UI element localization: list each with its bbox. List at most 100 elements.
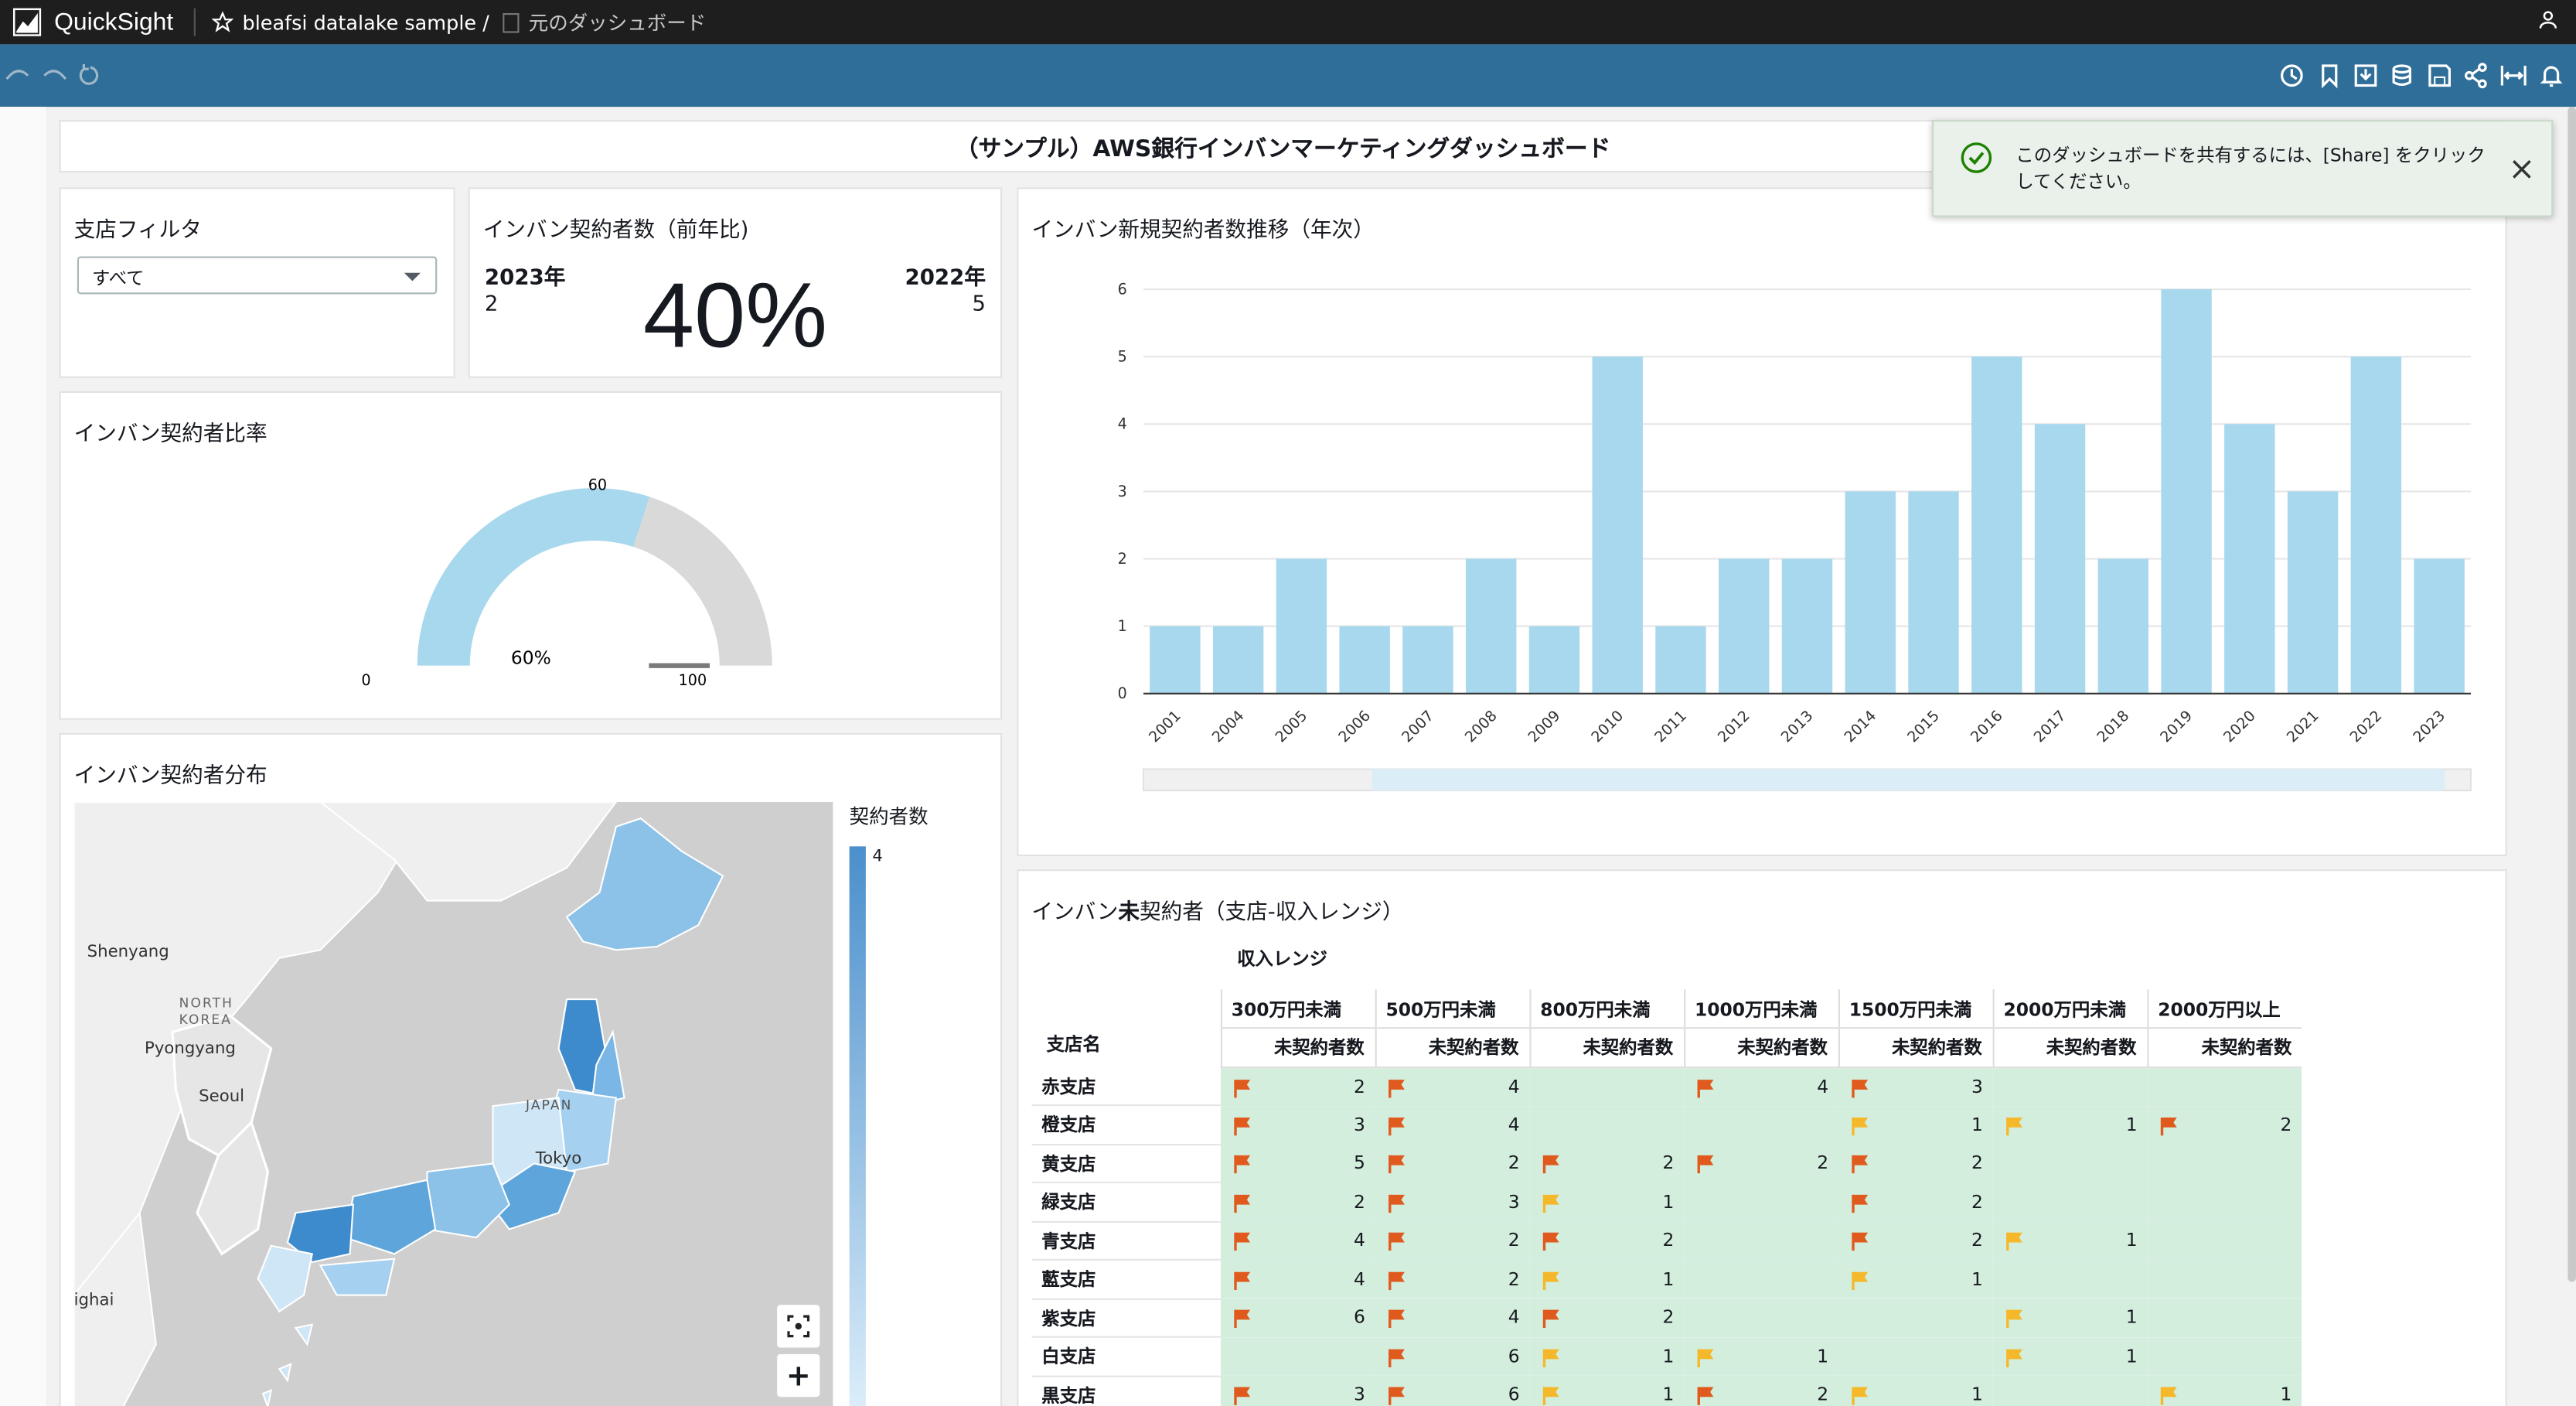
pivot-branch-name[interactable]: 黒支店 [1031, 1375, 1221, 1406]
pivot-range-header[interactable]: 1000万円未満 [1683, 989, 1838, 1029]
pivot-cell[interactable]: 2 [2147, 1105, 2302, 1144]
page-scrollbar[interactable] [2567, 107, 2576, 1282]
pivot-branch-name[interactable]: 紫支店 [1031, 1298, 1221, 1338]
pivot-cell[interactable]: 1 [2147, 1375, 2302, 1406]
pivot-cell[interactable]: 6 [1375, 1375, 1530, 1406]
bar-2009[interactable] [1528, 626, 1580, 694]
pivot-cell[interactable]: 1 [1529, 1259, 1685, 1299]
fit-width-icon[interactable] [2500, 63, 2527, 89]
pivot-cell[interactable]: 1 [1838, 1259, 1993, 1299]
bar-2015[interactable] [1908, 491, 1959, 694]
pivot-cell[interactable]: 2 [1220, 1182, 1375, 1221]
pivot-range-header[interactable]: 2000万円未満 [1992, 989, 2148, 1029]
pivot-cell[interactable]: 4 [1220, 1259, 1375, 1299]
breadcrumb-dashboard[interactable]: 元のダッシュボード [529, 9, 707, 36]
pivot-table[interactable]: 300万円未満 500万円未満 800万円未満 1000万円未満 1500万円未満 200… [1031, 989, 2302, 1406]
bar-2021[interactable] [2287, 491, 2339, 694]
table-row[interactable]: 橙支店 3 4 1 1 2 [1031, 1105, 2302, 1145]
download-icon[interactable] [2353, 63, 2379, 89]
pivot-cell[interactable]: 3 [1375, 1182, 1530, 1221]
bar-2012[interactable] [1719, 558, 1770, 694]
pivot-cell[interactable]: 1 [1992, 1298, 2148, 1337]
chart-scroll-handle[interactable] [1371, 769, 2445, 791]
star-icon[interactable] [211, 11, 233, 33]
pivot-range-header[interactable]: 500万円未満 [1374, 989, 1530, 1029]
redo-icon[interactable] [41, 63, 67, 89]
schedule-icon[interactable] [2278, 63, 2305, 89]
breadcrumb-dataset[interactable]: bleafsi datalake sample / [243, 11, 489, 34]
pivot-cell[interactable]: 2 [1375, 1144, 1530, 1182]
pivot-cell[interactable]: 2 [1529, 1298, 1685, 1337]
pivot-cell[interactable] [1992, 1066, 2148, 1106]
pivot-cell[interactable] [1220, 1336, 1375, 1376]
pivot-cell[interactable] [2147, 1220, 2302, 1260]
pivot-branch-name[interactable]: 藍支店 [1031, 1259, 1221, 1299]
pivot-cell[interactable]: 1 [1992, 1105, 2148, 1144]
pivot-cell[interactable]: 2 [1684, 1144, 1838, 1182]
pivot-cell[interactable] [1684, 1298, 1838, 1337]
pivot-cell[interactable]: 3 [1220, 1105, 1375, 1144]
bar-2007[interactable] [1402, 626, 1453, 694]
pivot-range-header[interactable]: 800万円未満 [1528, 989, 1685, 1029]
gauge-chart[interactable]: 0 100 60 60% [61, 393, 1001, 718]
pivot-cell[interactable]: 2 [1838, 1182, 1993, 1221]
pivot-cell[interactable]: 3 [1838, 1066, 1993, 1106]
pivot-cell[interactable]: 5 [1220, 1144, 1375, 1182]
bar-2011[interactable] [1655, 626, 1706, 694]
pivot-cell[interactable]: 6 [1220, 1298, 1375, 1337]
pivot-branch-name[interactable]: 青支店 [1031, 1220, 1221, 1261]
pivot-cell[interactable] [1684, 1220, 1838, 1260]
pivot-cell[interactable]: 1 [1684, 1336, 1838, 1376]
pivot-range-header[interactable]: 2000万円以上 [2146, 989, 2302, 1029]
pivot-cell[interactable]: 2 [1220, 1066, 1375, 1106]
bar-2006[interactable] [1339, 626, 1390, 694]
bar-2018[interactable] [2097, 558, 2149, 694]
save-icon[interactable] [2427, 63, 2453, 89]
pivot-range-header[interactable]: 300万円未満 [1219, 989, 1375, 1029]
pivot-cell[interactable]: 4 [1684, 1066, 1838, 1106]
bookmark-icon[interactable] [2316, 63, 2343, 89]
pivot-cell[interactable] [1992, 1259, 2148, 1299]
bar-2008[interactable] [1465, 558, 1517, 694]
share-icon[interactable] [2462, 63, 2489, 89]
pivot-cell[interactable] [1684, 1105, 1838, 1144]
table-row[interactable]: 緑支店 2 3 1 2 [1031, 1182, 2302, 1222]
pivot-branch-name[interactable]: 白支店 [1031, 1336, 1221, 1377]
bar-2020[interactable] [2224, 424, 2275, 694]
pivot-cell[interactable]: 3 [1220, 1375, 1375, 1406]
bar-2005[interactable] [1276, 558, 1327, 694]
user-icon[interactable] [2537, 9, 2560, 32]
pivot-cell[interactable]: 2 [1375, 1259, 1530, 1299]
pivot-cell[interactable] [1992, 1375, 2148, 1406]
pivot-range-header[interactable]: 1500万円未満 [1837, 989, 1993, 1029]
pivot-cell[interactable]: 6 [1375, 1336, 1530, 1376]
quicksight-logo-icon[interactable] [13, 8, 42, 36]
bar-2019[interactable] [2161, 289, 2212, 694]
bar-2022[interactable] [2350, 357, 2402, 694]
pivot-cell[interactable]: 1 [1838, 1375, 1993, 1406]
table-row[interactable]: 黄支店 5 2 2 2 2 [1031, 1144, 2302, 1183]
bar-2001[interactable] [1150, 626, 1201, 694]
pivot-cell[interactable]: 1 [1992, 1336, 2148, 1376]
pivot-cell[interactable] [1838, 1298, 1993, 1337]
pivot-cell[interactable]: 4 [1375, 1105, 1530, 1144]
pivot-cell[interactable]: 1 [1529, 1375, 1685, 1406]
map-focus-button[interactable] [777, 1305, 820, 1348]
undo-icon[interactable] [5, 63, 31, 89]
bar-2013[interactable] [1781, 558, 1833, 694]
pivot-cell[interactable]: 4 [1375, 1066, 1530, 1106]
pivot-cell[interactable] [2147, 1336, 2302, 1376]
pivot-cell[interactable] [1684, 1259, 1838, 1299]
table-row[interactable]: 紫支店 6 4 2 1 [1031, 1298, 2302, 1338]
pivot-cell[interactable] [2147, 1066, 2302, 1106]
pivot-cell[interactable]: 1 [1529, 1336, 1685, 1376]
pivot-cell[interactable] [1684, 1182, 1838, 1221]
pivot-cell[interactable]: 1 [1529, 1182, 1685, 1221]
bar-2004[interactable] [1212, 626, 1264, 694]
pivot-cell[interactable] [1529, 1105, 1685, 1144]
pivot-cell[interactable] [2147, 1182, 2302, 1221]
pivot-cell[interactable] [2147, 1259, 2302, 1299]
bar-2023[interactable] [2414, 558, 2465, 694]
pivot-cell[interactable]: 4 [1375, 1298, 1530, 1337]
pivot-branch-name[interactable]: 黄支店 [1031, 1144, 1221, 1183]
